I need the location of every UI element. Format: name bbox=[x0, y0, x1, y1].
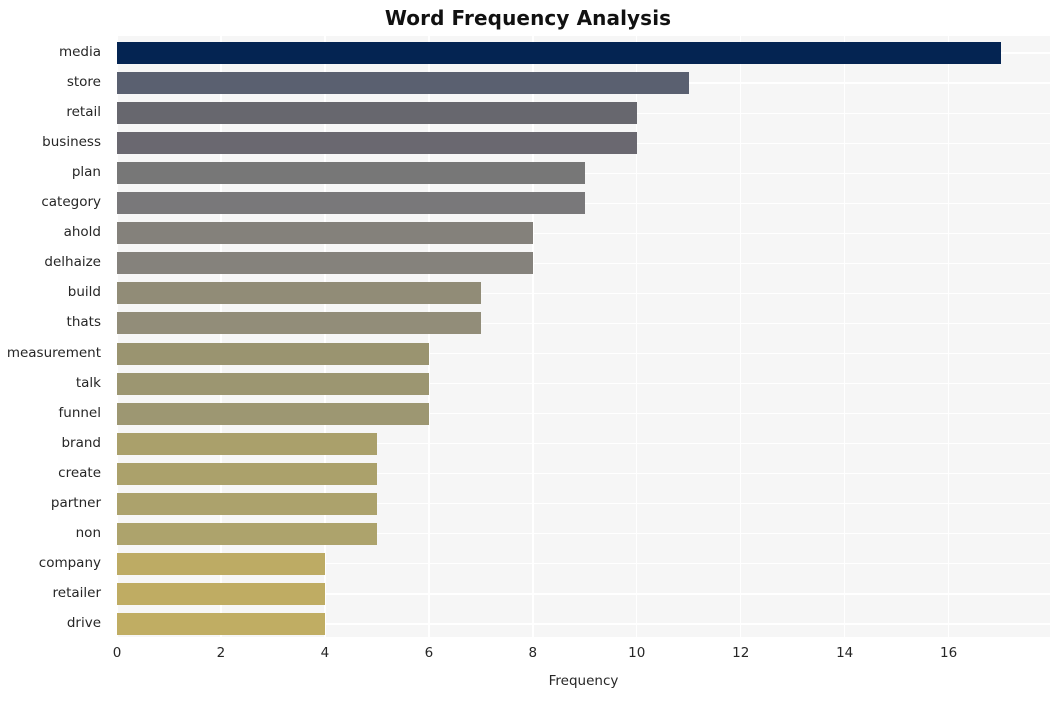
bar-measurement[interactable] bbox=[117, 342, 429, 365]
bar-drive[interactable] bbox=[117, 612, 325, 635]
bar-funnel[interactable] bbox=[117, 402, 429, 425]
bar-category[interactable] bbox=[117, 192, 585, 215]
y-tick-label-thats: thats bbox=[66, 314, 101, 331]
gridline-x-6 bbox=[428, 36, 430, 637]
y-tick-label-business: business bbox=[42, 134, 101, 151]
y-axis-tick-labels: media store retail business plan category ahol… bbox=[0, 36, 109, 637]
y-tick-label-brand: brand bbox=[61, 434, 101, 451]
chart-title: Word Frequency Analysis bbox=[384, 6, 672, 30]
bar-business[interactable] bbox=[117, 132, 637, 155]
bar-company[interactable] bbox=[117, 552, 325, 575]
y-tick-label-funnel: funnel bbox=[58, 404, 101, 421]
gridline-x-14 bbox=[843, 36, 846, 637]
bar-retail[interactable] bbox=[117, 102, 637, 125]
x-tick-label-2: 2 bbox=[216, 645, 226, 661]
bar-store[interactable] bbox=[117, 72, 689, 95]
x-axis-title: Frequency bbox=[548, 673, 619, 689]
y-tick-label-drive: drive bbox=[66, 614, 101, 631]
gridline-x-8 bbox=[532, 36, 534, 637]
y-tick-label-non: non bbox=[75, 524, 101, 541]
bar-brand[interactable] bbox=[117, 432, 377, 455]
bar-build[interactable] bbox=[117, 282, 481, 305]
bar-partner[interactable] bbox=[117, 492, 377, 515]
bar-non[interactable] bbox=[117, 522, 377, 545]
x-tick-label-10: 10 bbox=[628, 645, 646, 661]
chart-figure: Word Frequency Analysis media store retail… bbox=[0, 0, 1056, 701]
x-tick-label-6: 6 bbox=[424, 645, 434, 661]
y-tick-label-delhaize: delhaize bbox=[44, 254, 101, 271]
gridline-x-10 bbox=[636, 36, 638, 637]
y-tick-label-media: media bbox=[58, 44, 101, 61]
x-axis-tick-labels: 0 2 4 6 8 10 12 14 16 bbox=[0, 645, 1056, 667]
gridline-x-16 bbox=[947, 36, 950, 637]
bar-delhaize[interactable] bbox=[117, 252, 533, 275]
bar-ahold[interactable] bbox=[117, 222, 533, 245]
x-tick-label-16: 16 bbox=[940, 645, 958, 661]
bar-thats[interactable] bbox=[117, 312, 481, 335]
gridline-x-0 bbox=[117, 36, 118, 637]
y-tick-label-store: store bbox=[66, 74, 101, 91]
x-tick-label-4: 4 bbox=[320, 645, 330, 661]
y-tick-label-plan: plan bbox=[71, 164, 101, 181]
y-tick-label-build: build bbox=[67, 284, 101, 301]
y-tick-label-measurement: measurement bbox=[6, 344, 101, 361]
bar-create[interactable] bbox=[117, 462, 377, 485]
y-tick-label-talk: talk bbox=[75, 374, 101, 391]
bar-talk[interactable] bbox=[117, 372, 429, 395]
x-tick-label-0: 0 bbox=[112, 645, 122, 661]
y-tick-label-company: company bbox=[38, 554, 101, 571]
x-tick-label-14: 14 bbox=[836, 645, 854, 661]
bar-retailer[interactable] bbox=[117, 582, 325, 605]
x-tick-label-12: 12 bbox=[732, 645, 750, 661]
y-tick-label-partner: partner bbox=[50, 494, 101, 511]
x-tick-label-8: 8 bbox=[528, 645, 538, 661]
gridline-x-2 bbox=[220, 36, 222, 637]
plot-area bbox=[117, 36, 1050, 637]
bar-media[interactable] bbox=[117, 42, 1001, 65]
y-tick-label-retail: retail bbox=[66, 104, 101, 121]
y-tick-label-ahold: ahold bbox=[63, 224, 101, 241]
gridline-x-4 bbox=[324, 36, 326, 637]
y-tick-label-category: category bbox=[41, 194, 101, 211]
bar-plan[interactable] bbox=[117, 162, 585, 185]
gridline-x-12 bbox=[740, 36, 742, 637]
y-tick-label-retailer: retailer bbox=[52, 584, 101, 601]
y-tick-label-create: create bbox=[58, 464, 101, 481]
